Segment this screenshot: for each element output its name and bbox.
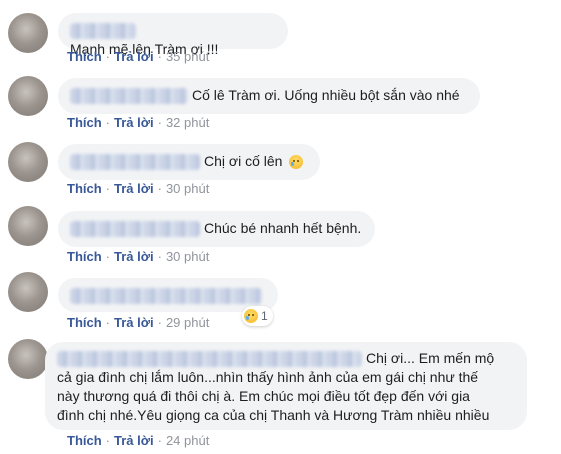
reply-button[interactable]: Trả lời	[114, 181, 154, 196]
crying-face-icon	[289, 155, 304, 170]
comment-actions: Thích · Trả lời · 29 phút	[67, 315, 209, 331]
comment-bubble: Chị ơi... Em mến mộ cả gia đình chị lắm …	[45, 342, 527, 430]
blurred-author-name[interactable]	[57, 351, 362, 368]
comment-text-line: này thương quá đi thôi chị à. Em chúc mọ…	[57, 388, 470, 404]
reply-button[interactable]: Trả lời	[114, 49, 154, 64]
blurred-author-name[interactable]	[70, 154, 200, 171]
comment-bubble: Chúc bé nhanh hết bệnh.	[58, 211, 375, 247]
like-button[interactable]: Thích	[67, 433, 102, 448]
reaction-count-number: 1	[261, 309, 268, 323]
avatar[interactable]	[8, 142, 48, 182]
comment-text: Cố lê Tràm ơi. Uống nhiều bột sắn vào nh…	[192, 87, 460, 103]
timestamp[interactable]: 30 phút	[166, 249, 209, 264]
avatar[interactable]	[8, 76, 48, 116]
separator: ·	[157, 181, 162, 196]
separator: ·	[105, 315, 111, 330]
avatar[interactable]	[8, 272, 48, 312]
timestamp[interactable]: 29 phút	[166, 315, 209, 330]
timestamp[interactable]: 24 phút	[166, 433, 209, 448]
like-button[interactable]: Thích	[67, 115, 102, 130]
separator: ·	[157, 49, 162, 64]
like-button[interactable]: Thích	[67, 249, 102, 264]
comment-actions: Thích · Trả lời · 32 phút	[67, 115, 209, 131]
separator: ·	[105, 249, 111, 264]
separator: ·	[157, 433, 162, 448]
reply-button[interactable]: Trả lời	[114, 115, 154, 130]
like-button[interactable]: Thích	[67, 315, 102, 330]
comment-actions: Thích · Trả lời · 30 phút	[67, 249, 209, 265]
separator: ·	[157, 249, 162, 264]
comment-text-line: Chị ơi... Em mến mộ	[366, 350, 495, 366]
comment-bubble: Chị ơi cố lên	[58, 144, 320, 180]
avatar[interactable]	[8, 339, 48, 379]
comment-bubble: Cố lê Tràm ơi. Uống nhiều bột sắn vào nh…	[58, 78, 480, 114]
comment-text-line: cả gia đình chị lắm luôn...nhìn thấy hìn…	[57, 369, 479, 385]
comment-bubble: Mạnh mẽ lên Tràm ơi !!!	[58, 13, 288, 57]
separator: ·	[157, 315, 162, 330]
blurred-author-name[interactable]	[70, 23, 136, 40]
like-button[interactable]: Thích	[67, 181, 102, 196]
reply-button[interactable]: Trả lời	[114, 315, 154, 330]
reply-button[interactable]: Trả lời	[114, 433, 154, 448]
timestamp[interactable]: 32 phút	[166, 115, 209, 130]
like-button[interactable]: Thích	[67, 49, 102, 64]
separator: ·	[105, 49, 111, 64]
blurred-author-name[interactable]	[70, 88, 188, 105]
sad-reaction-icon	[244, 309, 258, 323]
timestamp[interactable]: 35 phút	[166, 49, 209, 64]
separator: ·	[157, 115, 162, 130]
separator: ·	[105, 433, 111, 448]
reply-button[interactable]: Trả lời	[114, 249, 154, 264]
comment-actions: Thích · Trả lời · 35 phút	[67, 49, 209, 65]
comment-text-line: đình chị nhé.Yêu giọng ca của chị Thanh …	[57, 407, 490, 423]
blurred-author-name[interactable]	[70, 221, 200, 238]
avatar[interactable]	[8, 13, 48, 53]
timestamp[interactable]: 30 phút	[166, 181, 209, 196]
comment-bubble	[58, 278, 278, 312]
comment-text: Chị ơi cố lên	[204, 153, 283, 169]
comment-actions: Thích · Trả lời · 24 phút	[67, 433, 209, 449]
blurred-author-name[interactable]	[70, 288, 262, 305]
comment-text: Chúc bé nhanh hết bệnh.	[204, 220, 362, 236]
avatar[interactable]	[8, 206, 48, 246]
reaction-count[interactable]: 1	[242, 306, 273, 326]
separator: ·	[105, 115, 111, 130]
separator: ·	[105, 181, 111, 196]
comment-actions: Thích · Trả lời · 30 phút	[67, 181, 209, 197]
comment-line: Chị ơi... Em mến mộ	[57, 349, 515, 368]
